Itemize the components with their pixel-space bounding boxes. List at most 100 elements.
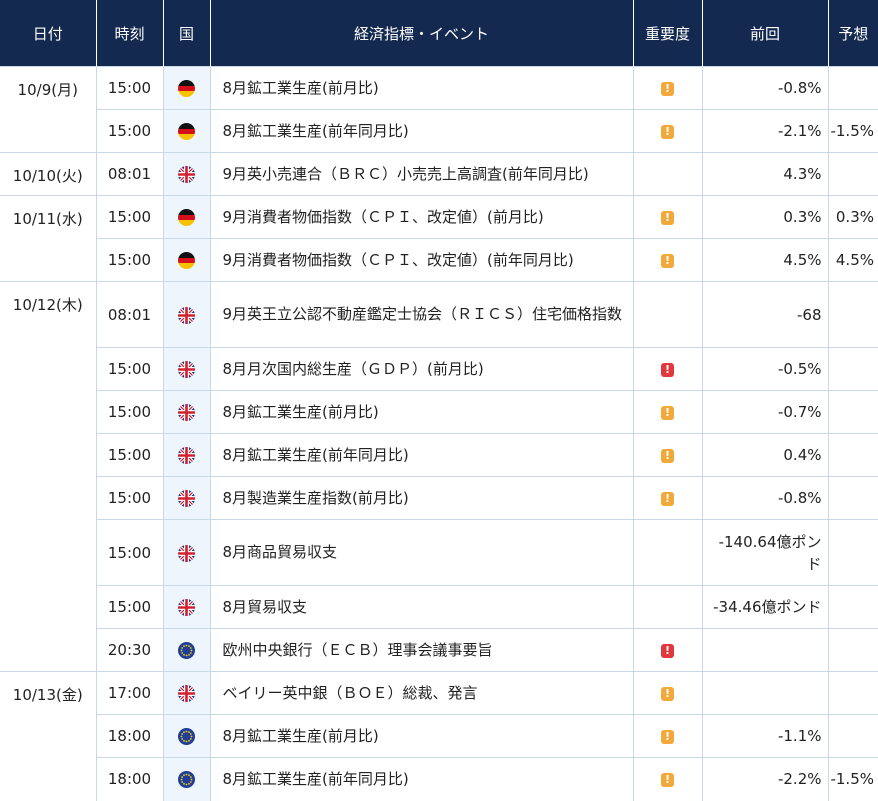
forecast-cell — [828, 476, 878, 520]
time-cell: 15:00 — [96, 433, 164, 477]
forecast-cell — [828, 628, 878, 672]
forecast-cell: -1.5% — [828, 109, 878, 153]
importance-cell: ! — [633, 195, 703, 239]
event-cell: 9月英小売連合（ＢＲＣ）小売売上高調査(前年同月比) — [210, 152, 634, 196]
importance-badge-icon: ! — [661, 210, 674, 225]
country-cell — [163, 671, 211, 715]
importance-badge-icon: ! — [661, 253, 674, 268]
uk-flag-icon — [178, 166, 195, 183]
importance-badge-icon: ! — [661, 124, 674, 139]
importance-cell: ! — [633, 109, 703, 153]
importance-cell: ! — [633, 476, 703, 520]
previous-cell — [702, 671, 829, 715]
forecast-cell — [828, 390, 878, 434]
importance-badge-icon: ! — [661, 448, 674, 463]
importance-cell: ! — [633, 238, 703, 282]
event-cell: 8月鉱工業生産(前年同月比) — [210, 433, 634, 477]
importance-cell: ! — [633, 347, 703, 391]
country-cell — [163, 390, 211, 434]
forecast-cell — [828, 714, 878, 758]
table-row: 15:00 8月月次国内総生産（ＧＤＰ）(前月比) ! -0.5% — [0, 347, 878, 391]
uk-flag-icon — [178, 404, 195, 421]
forecast-cell — [828, 519, 878, 586]
country-cell — [163, 152, 211, 196]
time-cell: 08:01 — [96, 281, 164, 348]
importance-badge-icon: ! — [661, 81, 674, 96]
table-row: 10/11(水) 15:00 9月消費者物価指数（ＣＰＩ、改定値）(前月比) !… — [0, 195, 878, 282]
eu-flag-icon — [178, 771, 195, 789]
country-cell — [163, 347, 211, 391]
column-header-time: 時刻 — [96, 0, 164, 67]
time-cell: 20:30 — [96, 628, 164, 672]
date-cell: 10/10(火) — [0, 152, 97, 196]
forecast-cell — [828, 671, 878, 715]
event-cell: 8月鉱工業生産(前年同月比) — [210, 757, 634, 801]
table-row: 15:00 8月鉱工業生産(前年同月比) ! -2.1% -1.5% — [0, 109, 878, 153]
previous-cell: 0.3% — [702, 195, 829, 239]
table-row: 10/13(金) 17:00 ベイリー英中銀（ＢＯＥ）総裁、発言 ! — [0, 671, 878, 801]
importance-cell: ! — [633, 628, 703, 672]
importance-badge-icon: ! — [661, 729, 674, 744]
event-cell: 8月鉱工業生産(前年同月比) — [210, 109, 634, 153]
column-header-previous: 前回 — [702, 0, 829, 67]
event-cell: 8月商品貿易収支 — [210, 519, 634, 586]
time-cell: 18:00 — [96, 757, 164, 801]
forecast-cell — [828, 347, 878, 391]
importance-cell — [633, 585, 703, 629]
importance-badge-icon: ! — [661, 362, 674, 377]
column-header-importance: 重要度 — [633, 0, 703, 67]
importance-badge-icon: ! — [661, 491, 674, 506]
country-cell — [163, 714, 211, 758]
column-header-forecast: 予想 — [828, 0, 878, 67]
previous-cell: -0.7% — [702, 390, 829, 434]
previous-cell: -68 — [702, 281, 829, 348]
table-row: 18:00 8月鉱工業生産(前月比) ! -1.1% — [0, 714, 878, 758]
event-cell: 欧州中央銀行（ＥＣＢ）理事会議事要旨 — [210, 628, 634, 672]
country-cell — [163, 585, 211, 629]
previous-cell: -0.8% — [702, 476, 829, 520]
time-cell: 17:00 — [96, 671, 164, 715]
event-cell: 8月月次国内総生産（ＧＤＰ）(前月比) — [210, 347, 634, 391]
table-row: 18:00 8月鉱工業生産(前年同月比) ! -2.2% -1.5% — [0, 757, 878, 801]
table-row: 10/12(木) 08:01 9月英王立公認不動産鑑定士協会（ＲＩＣＳ）住宅価格… — [0, 281, 878, 672]
country-cell — [163, 238, 211, 282]
previous-cell: -0.8% — [702, 66, 829, 110]
forecast-cell — [828, 433, 878, 477]
importance-cell: ! — [633, 66, 703, 110]
previous-cell: -0.5% — [702, 347, 829, 391]
time-cell: 15:00 — [96, 238, 164, 282]
forecast-cell: 0.3% — [828, 195, 878, 239]
date-cell: 10/9(月) — [0, 66, 97, 153]
eu-flag-icon — [178, 728, 195, 745]
column-header-event: 経済指標・イベント — [210, 0, 634, 67]
time-cell: 15:00 — [96, 109, 164, 153]
previous-cell: -1.1% — [702, 714, 829, 758]
eu-flag-icon — [178, 642, 195, 659]
country-cell — [163, 433, 211, 477]
country-cell — [163, 476, 211, 520]
column-header-date: 日付 — [0, 0, 97, 67]
event-cell: 9月消費者物価指数（ＣＰＩ、改定値）(前月比) — [210, 195, 634, 239]
previous-cell — [702, 628, 829, 672]
importance-cell: ! — [633, 671, 703, 715]
forecast-cell — [828, 585, 878, 629]
date-cell: 10/13(金) — [0, 671, 97, 801]
country-cell — [163, 66, 211, 110]
country-cell — [163, 281, 211, 348]
uk-flag-icon — [178, 599, 195, 616]
country-cell — [163, 109, 211, 153]
importance-badge-icon: ! — [661, 643, 674, 658]
importance-cell: ! — [633, 714, 703, 758]
forecast-cell: -1.5% — [828, 757, 878, 801]
uk-flag-icon — [178, 490, 195, 507]
time-cell: 15:00 — [96, 66, 164, 110]
table-row: 20:30 欧州中央銀行（ＥＣＢ）理事会議事要旨 ! — [0, 628, 878, 672]
time-cell: 15:00 — [96, 195, 164, 239]
column-header-country: 国 — [163, 0, 211, 67]
importance-badge-icon: ! — [661, 772, 674, 787]
importance-cell — [633, 281, 703, 348]
germany-flag-icon — [178, 209, 195, 226]
importance-badge-icon: ! — [661, 405, 674, 420]
calendar-body: 10/9(月) 15:00 8月鉱工業生産(前月比) ! -0.8% 15:00… — [0, 66, 878, 801]
uk-flag-icon — [178, 361, 195, 378]
